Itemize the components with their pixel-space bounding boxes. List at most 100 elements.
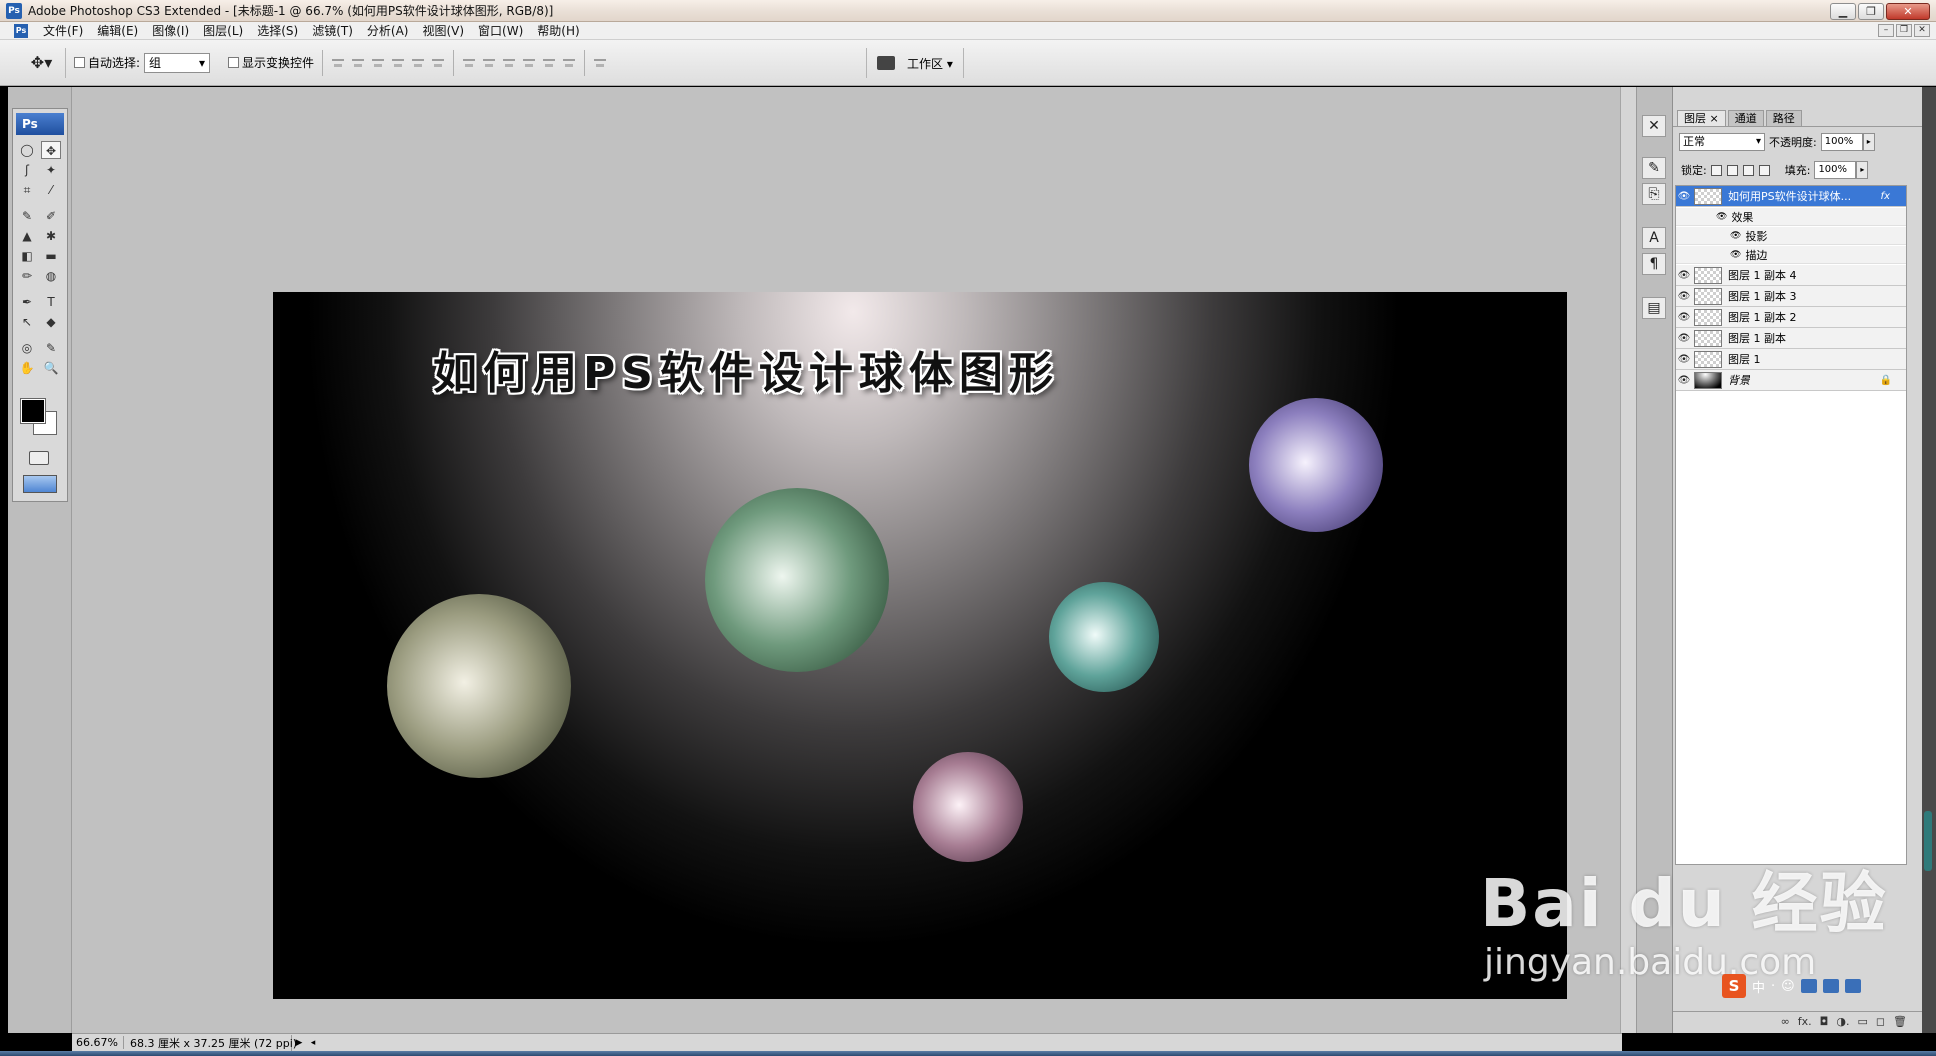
ime-settings-icon[interactable] — [1844, 979, 1861, 993]
eye-icon[interactable]: 👁 — [1676, 354, 1692, 365]
side-grip-handle[interactable] — [1924, 811, 1932, 871]
align-left-icon[interactable] — [391, 56, 405, 70]
eye-icon[interactable]: 👁 — [1676, 375, 1692, 386]
blur-tool-icon[interactable]: ✏ — [17, 267, 37, 285]
layer-row[interactable]: 👁 图层 1 副本 3 — [1676, 286, 1906, 307]
tab-paths[interactable]: 路径 — [1765, 110, 1802, 126]
align-hcenter-icon[interactable] — [411, 56, 425, 70]
distribute-vcenter-icon[interactable] — [482, 56, 496, 70]
trash-icon[interactable]: 🗑 — [1893, 1015, 1907, 1028]
zoom-level[interactable]: 66.67% — [72, 1036, 124, 1049]
shape-tool-icon[interactable]: ◆ — [41, 313, 61, 331]
align-top-icon[interactable] — [331, 56, 345, 70]
clone-source-icon[interactable]: ⎘ — [1642, 183, 1666, 205]
align-right-icon[interactable] — [431, 56, 445, 70]
fill-input[interactable]: 100% — [1814, 161, 1857, 179]
workspace-button[interactable]: 工作区 ▾ — [907, 55, 953, 72]
brush-tool-icon[interactable]: ✐ — [41, 207, 61, 225]
history-brush-tool-icon[interactable]: ✱ — [41, 227, 61, 245]
marquee-tool-icon[interactable]: ◯ — [17, 141, 37, 159]
tab-channels[interactable]: 通道 — [1727, 110, 1764, 126]
menu-layer[interactable]: 图层(L) — [196, 22, 250, 39]
healing-brush-tool-icon[interactable]: ✎ — [17, 207, 37, 225]
lock-all-icon[interactable] — [1758, 164, 1770, 176]
menu-file[interactable]: 文件(F) — [36, 22, 90, 39]
menu-view[interactable]: 视图(V) — [415, 22, 471, 39]
bridge-camera-icon[interactable] — [877, 56, 895, 70]
align-bottom-icon[interactable] — [371, 56, 385, 70]
doc-restore-button[interactable]: ❐ — [1896, 24, 1912, 37]
auto-align-icon[interactable] — [593, 56, 607, 70]
character-icon[interactable]: A — [1642, 227, 1666, 249]
foreground-color-swatch[interactable] — [21, 399, 45, 423]
distribute-bottom-icon[interactable] — [502, 56, 516, 70]
layer-row[interactable]: 👁 图层 1 副本 2 — [1676, 307, 1906, 328]
add-style-icon[interactable]: fx. — [1798, 1015, 1812, 1028]
scroll-left-icon[interactable]: ◂ — [306, 1038, 320, 1048]
distribute-right-icon[interactable] — [562, 56, 576, 70]
eye-icon[interactable]: 👁 — [1730, 231, 1741, 241]
move-tool-icon[interactable]: ✥▾ — [18, 47, 66, 78]
clone-stamp-tool-icon[interactable]: ▲ — [17, 227, 37, 245]
gradient-tool-icon[interactable]: ▬ — [41, 247, 61, 265]
ime-emoji-icon[interactable]: ☺ — [1781, 979, 1795, 994]
distribute-hcenter-icon[interactable] — [542, 56, 556, 70]
ime-user-icon[interactable] — [1822, 979, 1839, 993]
eye-icon[interactable]: 👁 — [1676, 312, 1692, 323]
eye-icon[interactable]: 👁 — [1716, 212, 1727, 222]
auto-select-checkbox[interactable]: 自动选择: — [74, 54, 140, 71]
ime-chinese-mode[interactable]: 中 — [1752, 977, 1765, 996]
dodge-tool-icon[interactable]: ◍ — [41, 267, 61, 285]
magic-wand-tool-icon[interactable]: ✦ — [41, 161, 61, 179]
eraser-tool-icon[interactable]: ◧ — [17, 247, 37, 265]
layer-row-text[interactable]: 👁 如何用PS软件设计球体... fx — [1676, 186, 1906, 207]
layer-row[interactable]: 👁 图层 1 副本 4 — [1676, 265, 1906, 286]
notes-tool-icon[interactable]: ◎ — [17, 339, 37, 357]
type-tool-icon[interactable]: T — [41, 293, 61, 311]
effect-row-stroke[interactable]: 👁 描边 — [1676, 246, 1906, 264]
hand-tool-icon[interactable]: ✋ — [17, 359, 37, 377]
eye-icon[interactable]: 👁 — [1676, 333, 1692, 344]
close-button[interactable]: ✕ — [1886, 3, 1930, 20]
paragraph-icon[interactable]: ¶ — [1642, 253, 1666, 275]
distribute-top-icon[interactable] — [462, 56, 476, 70]
tab-layers[interactable]: 图层 × — [1677, 110, 1726, 126]
sogou-ime-icon[interactable]: S — [1722, 974, 1746, 998]
zoom-tool-icon[interactable]: 🔍 — [41, 359, 61, 377]
lasso-tool-icon[interactable]: ʃ — [17, 161, 37, 179]
crop-tool-icon[interactable]: ⌗ — [17, 181, 37, 199]
ime-punctuation[interactable]: · — [1771, 979, 1775, 994]
lock-position-icon[interactable] — [1742, 164, 1754, 176]
fill-slider-button[interactable]: ▸ — [1856, 161, 1869, 179]
menu-window[interactable]: 窗口(W) — [471, 22, 530, 39]
ime-keyboard-icon[interactable] — [1800, 979, 1817, 993]
move-tool-icon[interactable]: ✥ — [41, 141, 61, 159]
add-mask-icon[interactable]: ◘ — [1820, 1015, 1829, 1028]
menu-analysis[interactable]: 分析(A) — [360, 22, 416, 39]
document-icon[interactable]: Ps — [14, 23, 28, 38]
effect-row-drop-shadow[interactable]: 👁 投影 — [1676, 227, 1906, 245]
eye-icon[interactable]: 👁 — [1676, 291, 1692, 302]
layer-row[interactable]: 👁 图层 1 副本 — [1676, 328, 1906, 349]
align-vcenter-icon[interactable] — [351, 56, 365, 70]
maximize-button[interactable]: ❐ — [1858, 3, 1884, 20]
document-canvas[interactable]: 如何用PS软件设计球体图形 — [273, 292, 1567, 999]
lock-transparent-icon[interactable] — [1710, 164, 1722, 176]
new-group-icon[interactable]: ▭ — [1857, 1015, 1867, 1028]
lock-image-icon[interactable] — [1726, 164, 1738, 176]
adjustment-layer-icon[interactable]: ◑. — [1836, 1015, 1849, 1028]
layer-row[interactable]: 👁 图层 1 — [1676, 349, 1906, 370]
fx-icon[interactable]: fx — [1881, 191, 1890, 202]
menu-image[interactable]: 图像(I) — [145, 22, 196, 39]
effects-group-row[interactable]: 👁 效果 — [1676, 208, 1906, 226]
blend-mode-select[interactable]: 正常 — [1679, 133, 1765, 151]
menu-select[interactable]: 选择(S) — [250, 22, 305, 39]
show-transform-checkbox[interactable]: 显示变换控件 — [228, 54, 314, 71]
status-menu-arrow-icon[interactable]: ▶ — [292, 1038, 306, 1048]
checkbox-box[interactable] — [74, 57, 85, 68]
eye-icon[interactable]: 👁 — [1676, 270, 1692, 281]
brushes-icon[interactable]: ✎ — [1642, 157, 1666, 179]
navigator-icon[interactable]: ✕ — [1642, 115, 1666, 137]
menu-edit[interactable]: 编辑(E) — [90, 22, 145, 39]
layer-row-background[interactable]: 👁 背景 🔒 — [1676, 370, 1906, 391]
